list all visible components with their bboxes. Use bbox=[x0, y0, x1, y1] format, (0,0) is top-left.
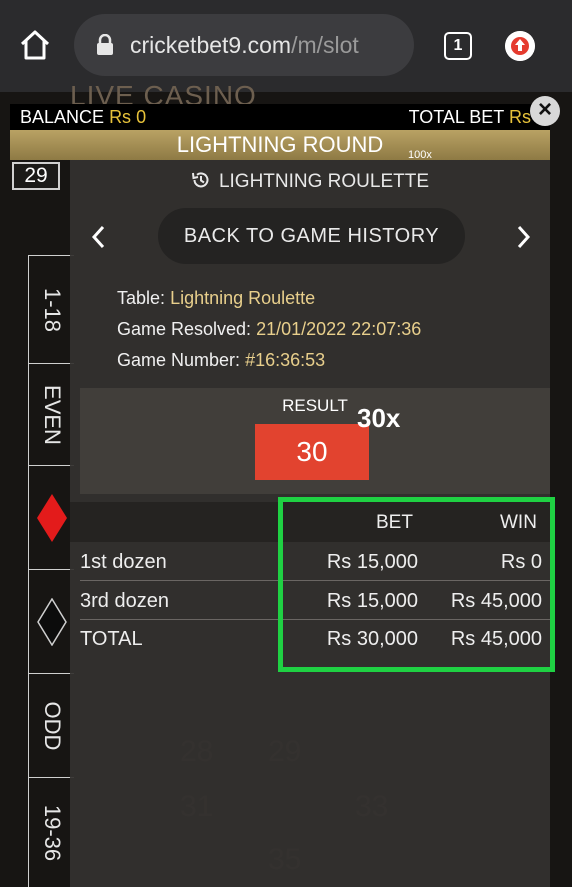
chevron-right-icon[interactable] bbox=[512, 224, 534, 250]
bet-spot-label: 1-18 bbox=[39, 287, 65, 332]
total-bet: TOTAL BET Rs 0 bbox=[408, 107, 546, 127]
back-to-history-button[interactable]: BACK TO GAME HISTORY bbox=[158, 208, 465, 264]
address-bar[interactable]: cricketbet9.com/m/slot bbox=[74, 14, 414, 76]
tab-switcher-button[interactable]: 1 bbox=[444, 32, 472, 60]
result-label: RESULT bbox=[282, 396, 348, 415]
bet-name: TOTAL bbox=[80, 628, 143, 650]
bet-spot-label: ODD bbox=[39, 701, 65, 750]
browser-toolbar: cricketbet9.com/m/slot 1 bbox=[0, 0, 572, 92]
bet-spot-black[interactable] bbox=[29, 569, 74, 673]
result-panel: RESULT 30 30x bbox=[80, 388, 550, 494]
home-icon[interactable] bbox=[18, 28, 52, 62]
bet-spot-even[interactable]: EVEN bbox=[29, 363, 74, 465]
outside-bets-column: 1-18 EVEN ODD 19-36 bbox=[28, 255, 74, 887]
chevron-left-icon[interactable] bbox=[88, 224, 110, 250]
bet-spot-1-18[interactable]: 1-18 bbox=[29, 255, 74, 363]
highlight-box bbox=[278, 497, 555, 672]
table-info: Table: Lightning Roulette bbox=[117, 288, 316, 308]
resolved-info: Game Resolved: 21/01/2022 22:07:36 bbox=[117, 319, 422, 339]
bet-spot-red[interactable] bbox=[29, 465, 74, 569]
bet-spot-label: EVEN bbox=[39, 384, 65, 445]
black-diamond-icon bbox=[36, 597, 67, 646]
bet-spot-odd[interactable]: ODD bbox=[29, 673, 74, 777]
balance: BALANCE Rs 0 bbox=[20, 107, 147, 127]
bet-name: 1st dozen bbox=[80, 551, 167, 573]
history-clock-icon bbox=[191, 172, 209, 188]
result-multiplier: 30x bbox=[357, 403, 401, 433]
lightning-round-banner: LIGHTNING ROUND 100x bbox=[10, 130, 550, 161]
panel-title: LIGHTNING ROULETTE bbox=[70, 170, 550, 193]
close-button[interactable]: × bbox=[530, 96, 560, 126]
url-text: cricketbet9.com/m/slot bbox=[130, 32, 359, 58]
game-number-info: Game Number: #16:36:53 bbox=[117, 350, 326, 370]
balance-bar: BALANCE Rs 0 TOTAL BET Rs 0 bbox=[10, 104, 550, 130]
lock-icon bbox=[97, 34, 113, 55]
last-result-number: 29 bbox=[12, 162, 60, 190]
lightning-round-title: LIGHTNING ROUND bbox=[176, 132, 384, 157]
bet-spot-19-36[interactable]: 19-36 bbox=[29, 777, 74, 887]
update-icon[interactable] bbox=[505, 31, 535, 61]
panel-title-text: LIGHTNING ROULETTE bbox=[218, 171, 430, 192]
result-number: 30 bbox=[255, 424, 369, 480]
red-diamond-icon bbox=[36, 493, 67, 542]
bet-spot-label: 19-36 bbox=[39, 804, 65, 861]
bet-name: 3rd dozen bbox=[80, 590, 169, 612]
